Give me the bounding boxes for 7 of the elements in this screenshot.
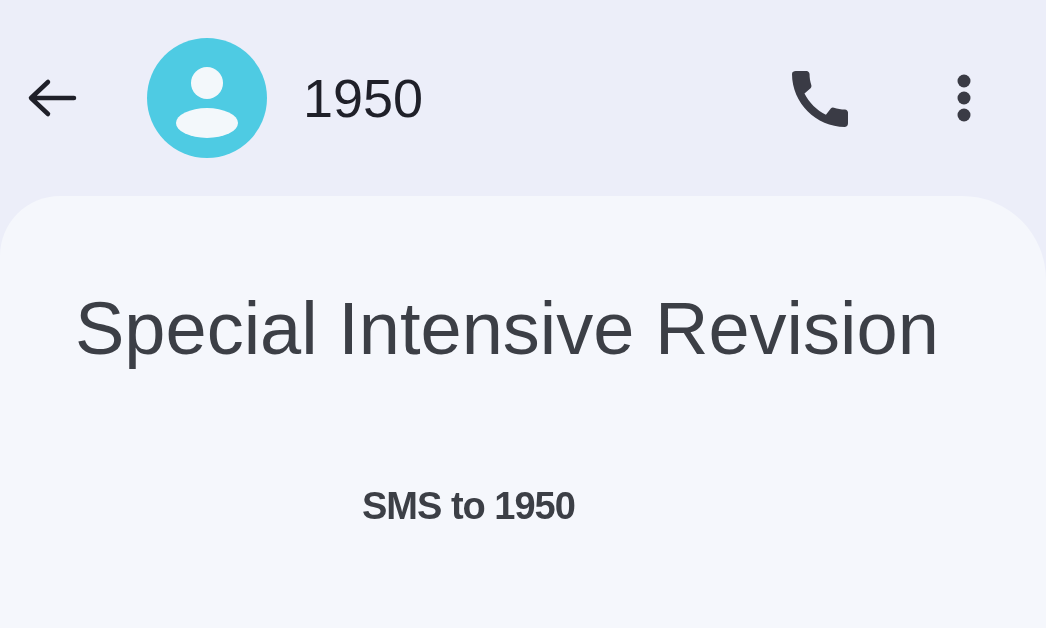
message-heading: Special Intensive Revision [75,286,939,372]
more-options-icon[interactable] [956,74,972,122]
caption-text: SMS to 1950 [362,485,575,529]
contact-title: 1950 [303,71,424,125]
avatar-icon [147,38,267,158]
phone-icon[interactable] [792,71,848,127]
back-arrow-icon[interactable] [26,78,78,118]
